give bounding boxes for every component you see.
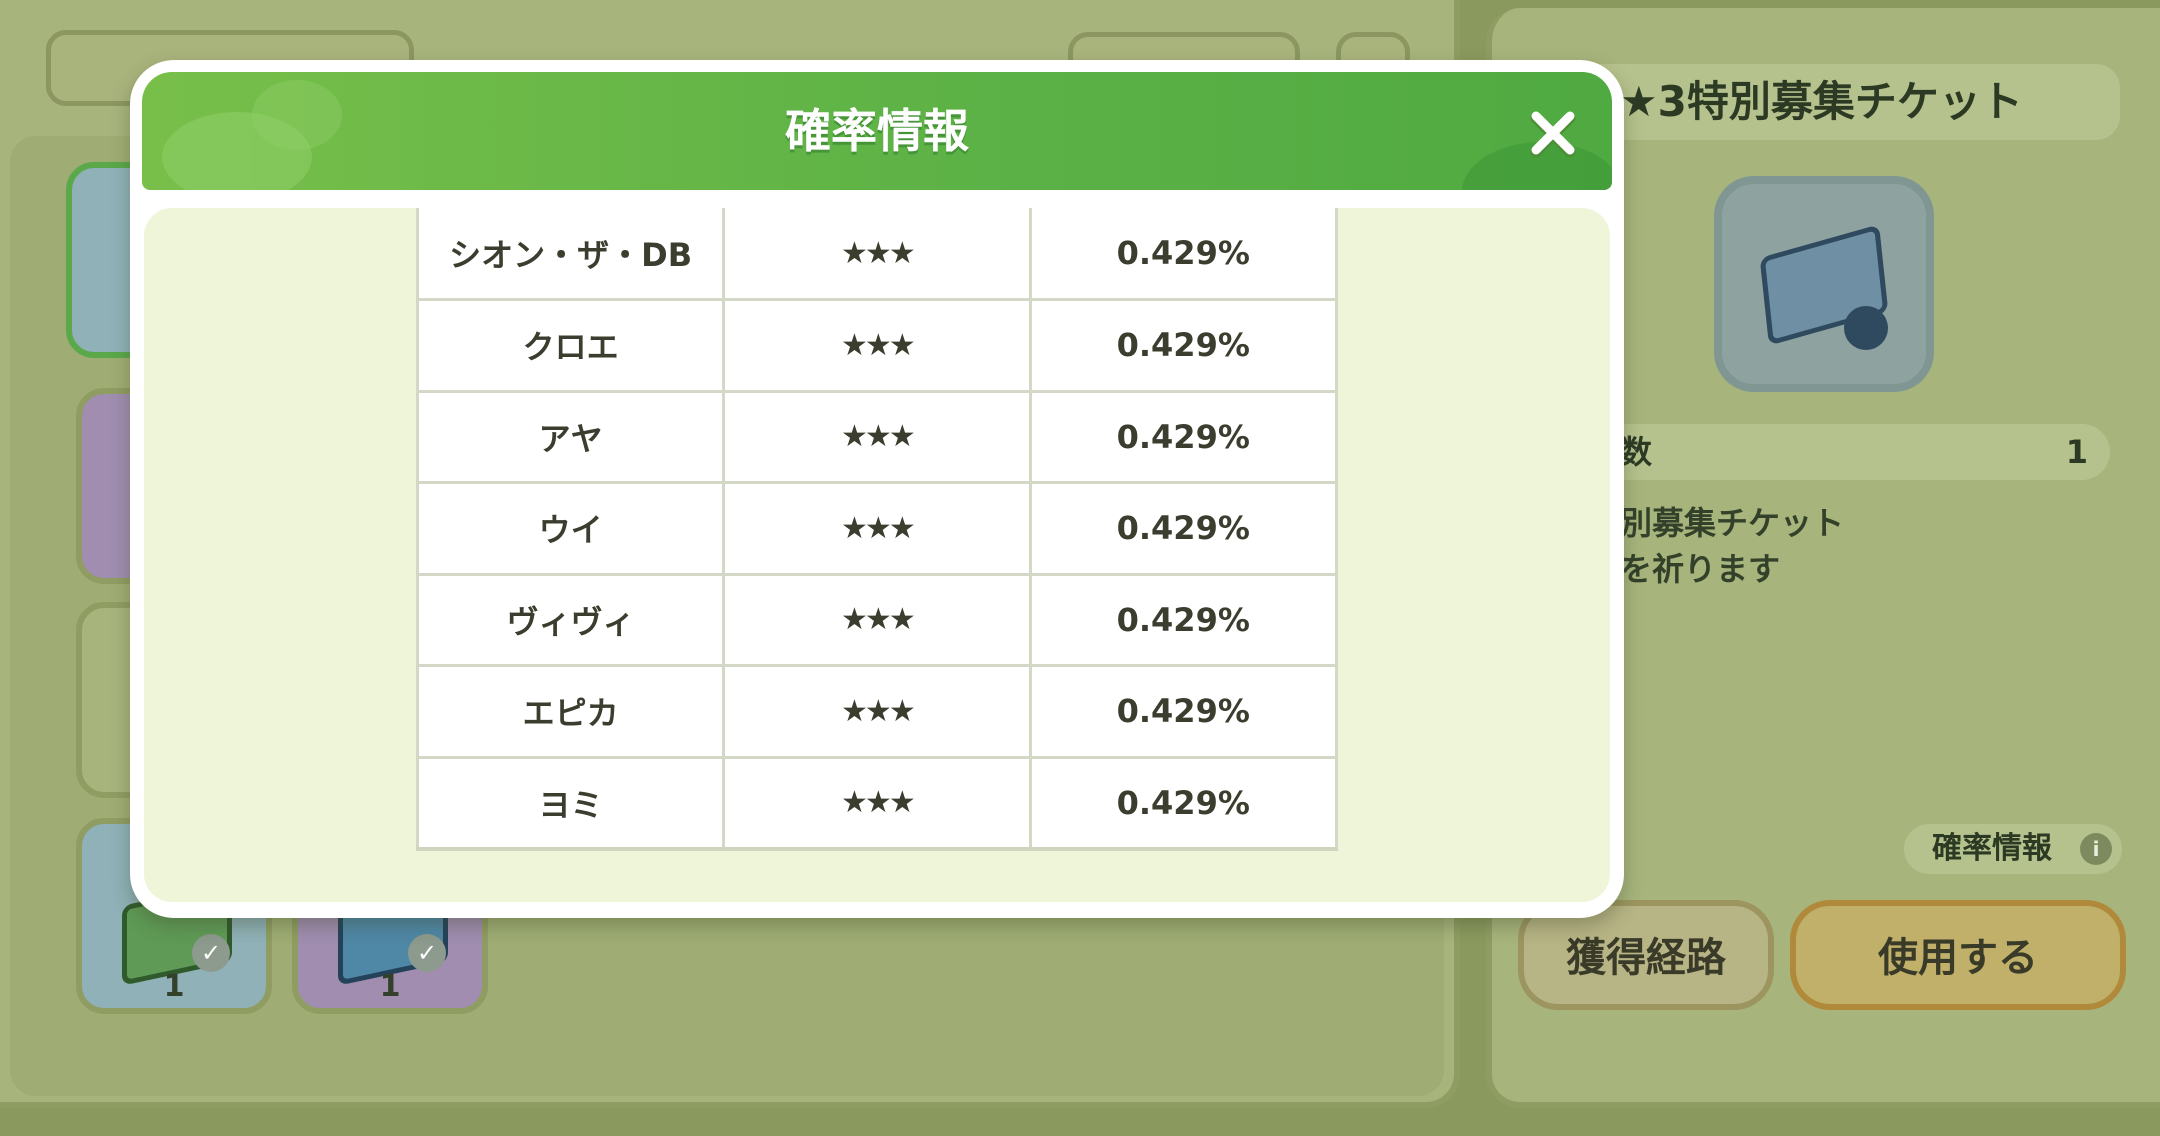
ticket-icon [1714,176,1934,392]
owned-count-row: 数 1 [1590,424,2110,480]
close-icon [1530,111,1576,158]
item-title: ★3特別募集チケット [1560,64,2120,140]
item-count: 1 [163,969,185,1004]
probability-info-button[interactable]: 確率情報 i [1904,824,2122,874]
item-description: 別募集チケット を祈ります [1620,500,2120,592]
item-count: 1 [379,969,401,1004]
rarity-stars: ★★★ [722,298,1032,393]
rarity-stars: ★★★ [722,664,1032,759]
table-row: シオン・ザ・DB ★★★ 0.429% [415,208,1339,301]
table-row: ヴィヴィ ★★★ 0.429% [415,572,1339,667]
character-name: アヤ [415,389,726,484]
drop-rate: 0.429% [1028,298,1339,393]
character-name: クロエ [415,298,726,393]
rarity-stars: ★★★ [722,572,1032,667]
description-line: を祈ります [1620,550,1781,588]
description-line: 別募集チケット [1620,504,1845,542]
character-name: ヨミ [415,755,726,851]
probability-table: シオン・ザ・DB ★★★ 0.429% クロエ ★★★ 0.429% アヤ ★★… [415,208,1339,851]
dialog-body: シオン・ザ・DB ★★★ 0.429% クロエ ★★★ 0.429% アヤ ★★… [144,208,1610,902]
rarity-stars: ★★★ [722,755,1032,851]
rarity-stars: ★★★ [722,208,1032,301]
check-icon: ✓ [408,934,446,972]
character-name: シオン・ザ・DB [415,208,726,301]
rarity-stars: ★★★ [722,389,1032,484]
info-icon: i [2080,833,2112,865]
table-row: クロエ ★★★ 0.429% [415,298,1339,393]
drop-rate: 0.429% [1028,389,1339,484]
owned-value: 1 [2065,433,2088,471]
table-row: エピカ ★★★ 0.429% [415,664,1339,759]
drop-rate: 0.429% [1028,208,1339,301]
owned-label: 数 [1620,433,1653,471]
table-row: ヨミ ★★★ 0.429% [415,755,1339,851]
character-name: エピカ [415,664,726,759]
use-button[interactable]: 使用する [1790,900,2126,1010]
drop-rate: 0.429% [1028,755,1339,851]
rarity-stars: ★★★ [722,481,1032,576]
table-row: アヤ ★★★ 0.429% [415,389,1339,484]
drop-rate: 0.429% [1028,664,1339,759]
check-icon: ✓ [192,934,230,972]
character-name: ウイ [415,481,726,576]
close-button[interactable] [1522,102,1584,164]
probability-info-label: 確率情報 [1932,831,2052,866]
dialog-header: 確率情報 [142,72,1612,190]
character-name: ヴィヴィ [415,572,726,667]
dialog-title: 確率情報 [785,104,969,158]
drop-rate: 0.429% [1028,572,1339,667]
drop-rate: 0.429% [1028,481,1339,576]
table-row: ウイ ★★★ 0.429% [415,481,1339,576]
seal-icon [1844,306,1888,350]
probability-info-dialog: 確率情報 シオン・ザ・DB ★★★ 0.429% クロエ ★★★ 0.429% [130,60,1624,918]
